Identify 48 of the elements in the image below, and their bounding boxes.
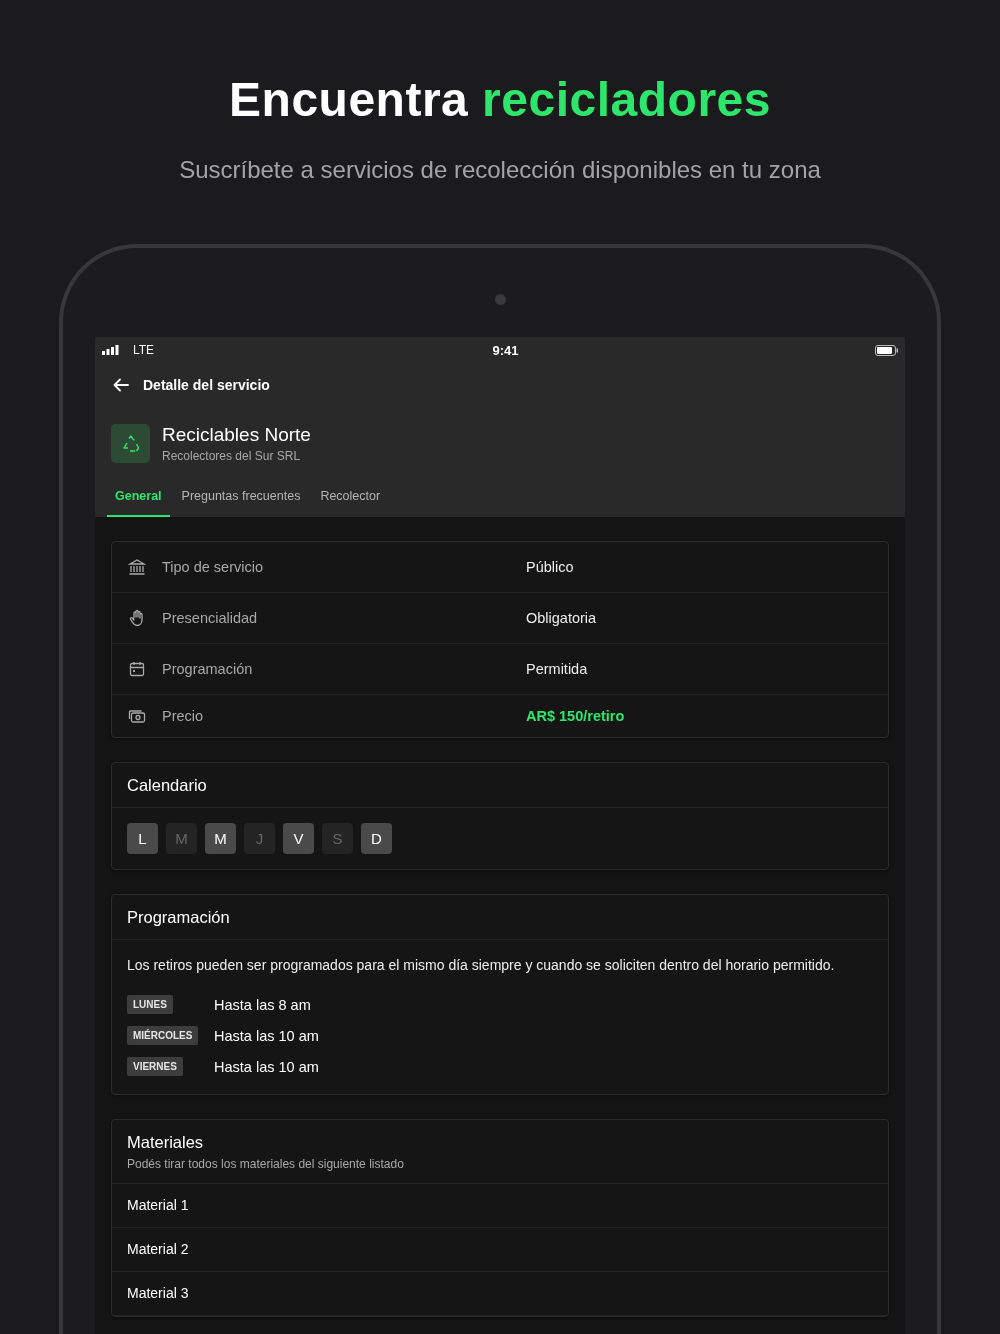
detail-value: Obligatoria: [526, 610, 597, 626]
day-chip: L: [127, 823, 158, 854]
detail-label: Presencialidad: [162, 610, 258, 626]
hand-icon: [128, 609, 146, 627]
network-label: LTE: [133, 343, 155, 357]
tab[interactable]: General: [107, 483, 170, 517]
camera-dot: [494, 294, 506, 305]
material-item[interactable]: Material 3: [112, 1272, 888, 1316]
scheduling-description: Los retiros pueden ser programados para el mismo día siempre y cuando se soliciten dentro del horario permitido.: [127, 956, 836, 975]
service-name: Reciclables Norte: [162, 424, 311, 446]
headline: Encuentra recicladores: [229, 72, 771, 128]
time-limit: Hasta las 8 am: [214, 996, 311, 1013]
subtitle: Suscríbete a servicios de recolección disponibles en tu zona: [179, 156, 821, 184]
detail-label: Precio: [162, 708, 204, 724]
day-tag: VIERNES: [127, 1057, 183, 1076]
detail-value: Permitida: [526, 661, 588, 677]
battery-icon: [875, 344, 899, 356]
detail-label: Programación: [162, 661, 253, 677]
back-arrow-icon[interactable]: [113, 378, 129, 392]
bank-icon: [128, 558, 146, 576]
day-chip: V: [283, 823, 314, 854]
day-chip: J: [244, 823, 275, 854]
day-chip: M: [166, 823, 197, 854]
card-title: Calendario: [112, 763, 888, 808]
tab[interactable]: Preguntas frecuentes: [173, 483, 309, 517]
day-chip: S: [322, 823, 353, 854]
card-title: Materiales: [127, 1133, 205, 1152]
day-chip: M: [205, 823, 236, 854]
card-subtitle: Podés tirar todos los materiales del siguiente listado: [127, 1157, 405, 1171]
tab[interactable]: Recolector: [312, 483, 389, 517]
calendar-icon: [128, 660, 146, 678]
card-title: Programación: [112, 895, 888, 940]
detail-label: Tipo de servicio: [162, 559, 263, 575]
cash-icon: [128, 707, 146, 725]
time-limit: Hasta las 10 am: [214, 1027, 319, 1044]
material-item[interactable]: Material 1: [112, 1184, 888, 1228]
company-name: Recolectores del Sur SRL: [162, 449, 302, 463]
clock: 9:41: [492, 342, 519, 358]
time-limit: Hasta las 10 am: [214, 1058, 319, 1075]
recycle-logo-icon: [111, 424, 150, 463]
signal-icon: [102, 345, 119, 355]
material-item[interactable]: Material 2: [112, 1228, 888, 1272]
day-tag: LUNES: [127, 995, 173, 1014]
screen-title: Detalle del servicio: [143, 377, 270, 393]
day-chip: D: [361, 823, 392, 854]
detail-value: Público: [526, 559, 574, 575]
detail-value: AR$ 150/retiro: [526, 708, 625, 724]
day-tag: MIÉRCOLES: [127, 1026, 199, 1045]
